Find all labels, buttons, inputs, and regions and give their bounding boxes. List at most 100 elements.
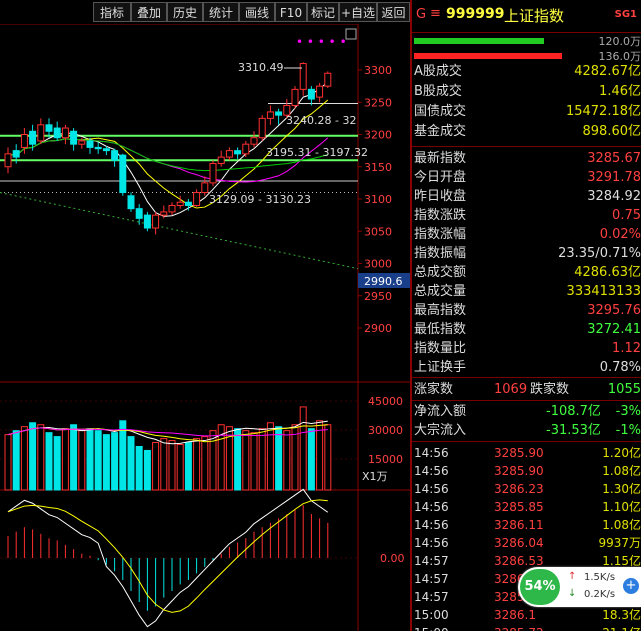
quote-panel: G ≡ 999999 上证指数 SG1 120.0万 136.0万 A股成交 42…	[412, 0, 641, 631]
download-arrow-icon: ↓	[568, 588, 577, 599]
volume-bar	[135, 445, 143, 491]
candle-body	[111, 150, 119, 161]
volume-bar	[299, 406, 307, 491]
candle-body	[184, 201, 192, 206]
price-tick-label: 2900	[364, 322, 392, 335]
overlay-button[interactable]: 叠加	[131, 2, 167, 22]
quote-value: 23.35/0.71%	[558, 246, 641, 261]
candle-body	[168, 204, 176, 213]
quote-row: 总成交额 4286.63亿	[412, 263, 641, 282]
candle-body	[250, 137, 258, 145]
add-watchlist-button[interactable]: +自选	[339, 2, 377, 22]
volume-bar	[324, 424, 332, 491]
tick-row: 15:00 3286.1 18.3亿	[412, 606, 641, 624]
upload-arrow-icon: ↑	[568, 571, 577, 582]
summary-value: 15472.18亿	[565, 104, 641, 119]
candle-body	[234, 150, 242, 155]
candle-body	[201, 182, 209, 194]
kline-chart[interactable]: 3300 3250 3200 3150 3100 3050 3000 2950 2900 4500…	[0, 24, 410, 631]
price-tick-label: 3150	[364, 161, 392, 174]
volume-bar	[258, 428, 266, 491]
upload-speed: 1.5K/s	[584, 572, 616, 583]
quote-label: 指数涨跌	[414, 208, 467, 223]
f10-button[interactable]: F10	[275, 2, 307, 22]
volume-bar	[160, 438, 168, 491]
tick-time: 14:57	[414, 590, 449, 604]
summary-row: B股成交 1.46亿	[412, 82, 641, 101]
menu-icon[interactable]: ≡	[430, 6, 441, 21]
tick-time: 15:00	[414, 608, 449, 622]
tick-price: 3285.85	[494, 500, 544, 514]
tick-row: 14:56 3285.85 1.10亿	[412, 498, 641, 516]
volume-bar	[201, 436, 209, 491]
quote-row: 今日开盘 3291.78	[412, 168, 641, 187]
tick-time: 14:56	[414, 536, 449, 550]
quote-row: 指数涨幅 0.02%	[412, 225, 641, 244]
memory-usage-badge[interactable]: 54%	[520, 569, 560, 605]
volume-bar	[102, 434, 110, 491]
summary-row: 基金成交 898.60亿	[412, 122, 641, 141]
volume-series	[4, 406, 332, 491]
down-count-label: 跌家数	[530, 382, 570, 397]
volume-bar	[283, 430, 291, 491]
network-speed-widget[interactable]: 54% ↑ 1.5K/s ↓ 0.2K/s +	[518, 567, 641, 607]
candle-body	[152, 214, 160, 229]
tick-price: 3286.11	[494, 518, 544, 532]
chart-toolbar: 指标 叠加 历史 统计 画线 F10 标记 +自选 返回	[0, 0, 412, 24]
volume-bar	[4, 434, 12, 491]
candle-body	[307, 88, 315, 100]
candle-body	[45, 124, 53, 132]
plus-icon[interactable]: +	[623, 578, 639, 594]
flow-label: 大宗流入	[414, 423, 467, 438]
price-tick-label: 3300	[364, 64, 392, 77]
quote-row: 最低指数 3272.41	[412, 320, 641, 339]
candle-body	[102, 148, 110, 152]
back-button[interactable]: 返回	[377, 2, 410, 22]
buy-volume-label: 120.0万	[598, 35, 641, 48]
volume-bar	[20, 426, 28, 491]
price-tick-label: 3000	[364, 258, 392, 271]
more-dots-icon: • • • • •	[296, 35, 347, 49]
candle-body	[143, 214, 151, 229]
tick-row: 14:56 3286.11 1.08亿	[412, 516, 641, 534]
summary-value: 1.46亿	[599, 84, 641, 99]
quote-value: 3295.76	[587, 303, 641, 318]
price-tick-label: 3050	[364, 225, 392, 238]
flow-value: -108.7亿	[546, 404, 601, 419]
tick-price: 3285.90	[494, 464, 544, 478]
tick-volume: 1.10亿	[602, 500, 641, 514]
tick-row: 14:56 3286.04 9937万	[412, 534, 641, 552]
tick-volume: 1.30亿	[602, 482, 641, 496]
buy-volume-bar	[414, 38, 544, 44]
maximize-icon	[345, 28, 357, 40]
summary-value: 898.60亿	[582, 124, 641, 139]
quote-value: 0.75	[612, 208, 641, 223]
volume-bar	[184, 442, 192, 491]
mark-button[interactable]: 标记	[307, 2, 339, 22]
quote-value: 3272.41	[587, 322, 641, 337]
volume-tick-label: 45000	[368, 395, 403, 408]
volume-bar	[307, 428, 315, 491]
tick-volume: 9937万	[598, 536, 641, 550]
draw-line-button[interactable]: 画线	[239, 2, 275, 22]
volume-bar	[193, 438, 201, 491]
tick-row: 15:00 3285.72 21.1亿	[412, 624, 641, 631]
volume-bar	[242, 430, 250, 491]
quote-value: 0.78%	[599, 360, 641, 375]
candle-body	[316, 85, 324, 98]
volume-bar	[127, 436, 135, 491]
volume-bar	[29, 422, 37, 491]
price-tick-label: 2950	[364, 290, 392, 303]
statistics-button[interactable]: 统计	[203, 2, 239, 22]
candle-body	[20, 134, 28, 148]
level3-annotation: 3129.09 - 3130.23	[209, 193, 311, 206]
volume-tick-label: 30000	[368, 424, 403, 437]
quote-value: 4286.63亿	[574, 265, 641, 280]
volume-bar	[266, 422, 274, 491]
summary-label: 基金成交	[414, 124, 467, 139]
candle-body	[299, 63, 307, 90]
quote-label: 最低指数	[414, 322, 467, 337]
history-button[interactable]: 历史	[167, 2, 203, 22]
indicator-button[interactable]: 指标	[93, 2, 131, 22]
candle-body	[266, 111, 274, 119]
